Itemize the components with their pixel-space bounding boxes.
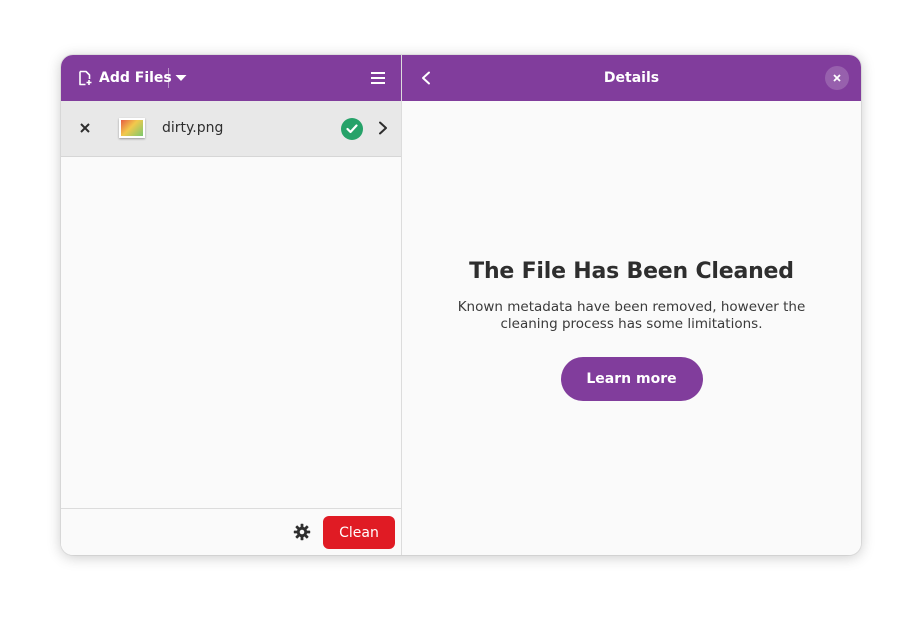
status-title: The File Has Been Cleaned [469, 259, 794, 284]
chevron-left-icon [421, 71, 431, 85]
close-window-button[interactable] [825, 66, 849, 90]
status-description: Known metadata have been removed, howeve… [457, 299, 806, 332]
file-thumbnail [119, 118, 145, 138]
hamburger-menu-icon [371, 72, 385, 84]
add-files-dropdown-button[interactable] [169, 63, 193, 93]
add-files-button[interactable]: Add Files [69, 63, 180, 93]
learn-more-button[interactable]: Learn more [560, 357, 703, 401]
details-pane: Details The File Has Been Cleaned Known … [402, 55, 861, 555]
add-files-label: Add Files [99, 70, 172, 86]
close-icon [833, 74, 841, 82]
remove-file-button[interactable] [73, 116, 97, 140]
clean-button[interactable]: Clean [323, 516, 395, 549]
open-details-button[interactable] [371, 116, 395, 140]
action-bar: Clean [61, 508, 401, 555]
details-title: Details [603, 70, 660, 86]
file-name: dirty.png [162, 120, 224, 136]
chevron-right-icon [378, 121, 388, 135]
gear-icon [293, 523, 311, 541]
details-headerbar: Details [402, 55, 861, 101]
check-circle-icon [341, 118, 363, 140]
file-list-item[interactable]: dirty.png [61, 101, 401, 157]
files-pane: Add Files dirty.png Clean [61, 55, 402, 555]
chevron-down-icon [175, 74, 187, 82]
settings-button[interactable] [287, 517, 317, 547]
back-button[interactable] [410, 63, 442, 93]
close-icon [80, 123, 90, 133]
app-window: Add Files dirty.png Clean Details The Fi… [61, 55, 861, 555]
status-page: The File Has Been Cleaned Known metadata… [402, 255, 861, 401]
document-add-icon [77, 70, 93, 86]
main-menu-button[interactable] [361, 63, 395, 93]
files-headerbar: Add Files [61, 55, 401, 101]
